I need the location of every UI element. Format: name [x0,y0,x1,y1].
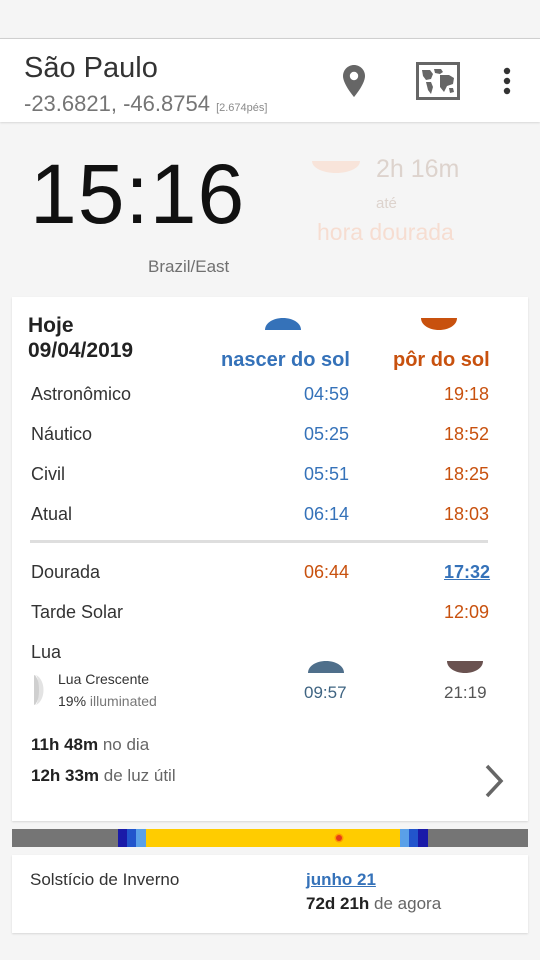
timeline-nautical-dusk [409,829,418,847]
status-bar [0,0,540,38]
twilight-astronomical-label: Astronômico [31,384,132,404]
coordinates-text: -23.6821, -46.8754 [24,91,210,116]
moon-phase-icon [34,675,44,705]
current-time-marker [334,833,344,843]
golden-hour-row-label: Dourada [31,562,101,582]
golden-hour-countdown: 2h 16m [376,155,460,183]
chevron-right-icon[interactable] [482,763,506,799]
world-map-icon[interactable] [414,61,462,101]
location-name[interactable]: São Paulo [24,52,158,85]
moonrise-icon [308,661,344,673]
day-length: 11h 48m no dia [31,735,149,755]
timeline-nautical-dawn [127,829,136,847]
current-time: 15:16 [30,147,246,241]
moonrise-time: 09:57 [304,683,347,702]
timeline-daylight [146,829,400,847]
solstice-card: Solstício de Inverno junho 21 72d 21h de… [12,855,528,933]
actual-rise-time: 06:14 [304,504,350,524]
sunset-half-icon [311,160,361,179]
useful-daylight: 12h 33m de luz útil [31,766,176,786]
solar-noon-label: Tarde Solar [31,602,124,622]
solstice-label: Solstício de Inverno [30,870,180,889]
civil-set-time: 18:25 [444,464,490,484]
timezone-label: Brazil/East [148,257,230,276]
today-label: Hoje [28,314,74,337]
timeline-civil-dusk [400,829,409,847]
sunrise-column-header: nascer do sol [221,349,350,371]
moonset-icon [447,661,483,673]
elevation-text: [2.674pés] [216,102,268,114]
timeline-astro-dawn [118,829,127,847]
useful-daylight-value: 12h 33m [31,766,100,785]
nautical-rise-time: 05:25 [304,424,350,444]
day-timeline-bar [12,829,528,847]
sunset-icon [421,318,457,330]
more-vert-icon[interactable] [494,61,520,101]
divider [30,540,488,543]
moon-label: Lua [31,642,62,662]
astronomical-rise-time: 04:59 [304,384,350,404]
golden-hour-until: até [376,195,397,212]
today-date: 09/04/2019 [28,339,134,362]
moon-illum-text: illuminated [89,693,157,709]
location-pin-icon[interactable] [336,61,372,101]
solstice-countdown-value: 72d 21h [306,894,370,913]
solstice-countdown-text: de agora [374,894,442,913]
twilight-nautical-label: Náutico [31,424,93,444]
nautical-set-time: 18:52 [444,424,490,444]
sun-times-card: Hoje 09/04/2019 nascer do sol pôr do sol… [12,297,528,821]
golden-morning-time: 06:44 [304,562,350,582]
moon-phase-name: Lua Crescente [58,671,150,687]
golden-hour-label: hora dourada [317,219,454,245]
astronomical-set-time: 19:18 [444,384,490,404]
actual-label: Atual [31,504,73,524]
moon-illumination: 19% illuminated [58,693,157,709]
solstice-countdown: 72d 21h de agora [306,894,441,914]
sunrise-icon [265,318,301,330]
timeline-civil-dawn [136,829,146,847]
today-header: Hoje 09/04/2019 [28,313,133,363]
actual-set-time: 18:03 [444,504,490,524]
sunset-column-header: pôr do sol [393,349,490,371]
timeline-astro-dusk [418,829,428,847]
moonset-time: 21:19 [444,683,487,702]
civil-rise-time: 05:51 [304,464,350,484]
location-coordinates: -23.6821, -46.8754 [2.674pés] [24,91,267,117]
twilight-civil-label: Civil [31,464,65,484]
solar-noon-time: 12:09 [444,602,490,622]
day-length-text: no dia [102,735,150,754]
moon-illum-pct: 19% [58,693,87,709]
app-bar: São Paulo -23.6821, -46.8754 [2.674pés] [0,38,540,122]
useful-daylight-text: de luz útil [103,766,176,785]
solstice-date-link[interactable]: junho 21 [306,870,376,890]
golden-evening-time-link[interactable]: 17:32 [444,562,490,583]
day-length-value: 11h 48m [31,735,99,754]
